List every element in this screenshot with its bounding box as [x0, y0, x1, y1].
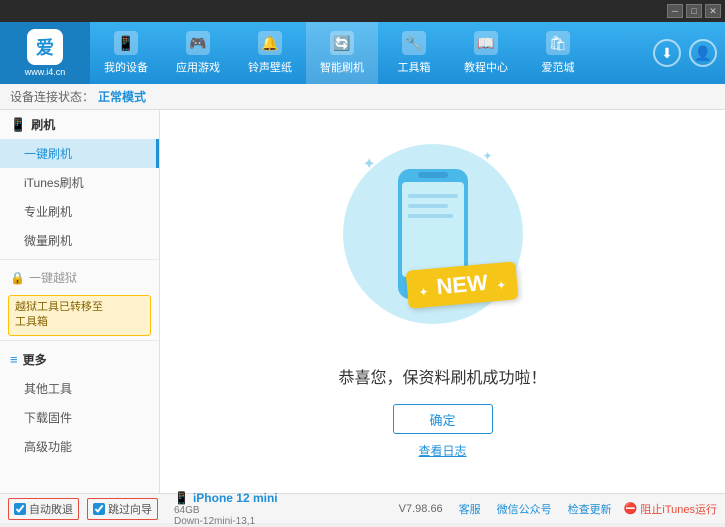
device-model: Down-12mini-13,1	[174, 516, 278, 527]
window-controls[interactable]: ─ □ ✕	[667, 4, 721, 18]
nav-ringtones[interactable]: 🔔 铃声壁纸	[234, 22, 306, 84]
stop-itunes-label: 阻止iTunes运行	[640, 501, 717, 517]
wechat-link[interactable]: 微信公众号	[497, 501, 552, 517]
logo-url: www.i4.cn	[25, 67, 66, 77]
download-button[interactable]: ⬇	[653, 39, 681, 67]
nav-tutorials-label: 教程中心	[464, 59, 508, 75]
logo[interactable]: 爱 www.i4.cn	[0, 22, 90, 84]
status-label: 设备连接状态：	[10, 88, 94, 105]
more-section-label: 更多	[23, 351, 47, 368]
nav-apps-games[interactable]: 🎮 应用游戏	[162, 22, 234, 84]
sparkle-top-right-icon: ✦	[482, 149, 492, 163]
auto-close-label: 自动敗退	[29, 501, 73, 517]
auto-close-checkbox[interactable]	[14, 503, 26, 515]
sidebar-item-other-tools[interactable]: 其他工具	[0, 374, 159, 403]
nav-fashion-city[interactable]: 🛍 爱范城	[522, 22, 594, 84]
advanced-label: 高级功能	[24, 440, 72, 454]
sidebar-item-micro-flash[interactable]: 微量刷机	[0, 226, 159, 255]
new-badge-text: NEW	[436, 270, 489, 299]
skip-wizard-checkbox-container[interactable]: 跳过向导	[87, 498, 158, 520]
content-area: ✦ ✦ NEW 恭喜您，保资料刷机成功啦！ 确定	[160, 110, 725, 493]
jailbreak-notice: 越狱工具已转移至工具箱	[8, 295, 151, 336]
skip-wizard-checkbox[interactable]	[93, 503, 105, 515]
more-section-icon: ≡	[10, 352, 18, 367]
bottom-right: V7.98.66 客服 微信公众号 检查更新	[399, 501, 612, 517]
my-device-icon: 📱	[114, 31, 138, 55]
nav-right: ⬇ 👤	[653, 39, 717, 67]
maximize-button[interactable]: □	[686, 4, 702, 18]
version-label: V7.98.66	[399, 503, 443, 515]
nav-toolbox-label: 工具箱	[398, 59, 431, 75]
divider-2	[0, 340, 159, 341]
one-key-flash-label: 一键刷机	[24, 147, 72, 161]
main-area: 📱 刷机 一键刷机 iTunes刷机 专业刷机 微量刷机 🔒 一键越狱 越狱工具…	[0, 110, 725, 493]
bottom-bar: 自动敗退 跳过向导 📱 iPhone 12 mini 64GB Down-12m…	[0, 493, 725, 523]
customer-service-link[interactable]: 客服	[459, 501, 481, 517]
bottom-left: 自动敗退 跳过向导 📱 iPhone 12 mini 64GB Down-12m…	[8, 491, 399, 527]
itunes-flash-label: iTunes刷机	[24, 176, 84, 190]
lock-icon: 🔒	[10, 271, 25, 285]
sidebar-item-itunes-flash[interactable]: iTunes刷机	[0, 168, 159, 197]
minimize-button[interactable]: ─	[667, 4, 683, 18]
status-value: 正常模式	[98, 88, 146, 105]
nav-tutorials[interactable]: 📖 教程中心	[450, 22, 522, 84]
divider-1	[0, 259, 159, 260]
auto-close-checkbox-container[interactable]: 自动敗退	[8, 498, 79, 520]
nav-apps-games-label: 应用游戏	[176, 59, 220, 75]
close-button[interactable]: ✕	[705, 4, 721, 18]
ringtones-icon: 🔔	[258, 31, 282, 55]
toolbox-icon: 🔧	[402, 31, 426, 55]
flash-section-label: 刷机	[31, 116, 55, 133]
nav-fashion-city-label: 爱范城	[542, 59, 575, 75]
nav-toolbox[interactable]: 🔧 工具箱	[378, 22, 450, 84]
flash-section-icon: 📱	[10, 117, 26, 133]
download-firmware-label: 下载固件	[24, 411, 72, 425]
user-button[interactable]: 👤	[689, 39, 717, 67]
sidebar-item-one-key-flash[interactable]: 一键刷机	[0, 139, 159, 168]
skip-wizard-label: 跳过向导	[108, 501, 152, 517]
confirm-button[interactable]: 确定	[393, 404, 493, 434]
sidebar-item-pro-flash[interactable]: 专业刷机	[0, 197, 159, 226]
sidebar-item-download-firmware[interactable]: 下载固件	[0, 403, 159, 432]
nav-items: 📱 我的设备 🎮 应用游戏 🔔 铃声壁纸 🔄 智能刷机 🔧 工具箱 📖 教程中心…	[90, 22, 653, 84]
apps-games-icon: 🎮	[186, 31, 210, 55]
sidebar: 📱 刷机 一键刷机 iTunes刷机 专业刷机 微量刷机 🔒 一键越狱 越狱工具…	[0, 110, 160, 493]
device-name-text: iPhone 12 mini	[193, 491, 278, 505]
device-name: 📱 iPhone 12 mini	[174, 491, 278, 505]
nav-my-device[interactable]: 📱 我的设备	[90, 22, 162, 84]
check-update-link[interactable]: 检查更新	[568, 501, 612, 517]
stop-icon: ⛔	[624, 502, 638, 515]
learn-log-link[interactable]: 查看日志	[418, 442, 466, 459]
stop-itunes-button[interactable]: ⛔ 阻止iTunes运行	[624, 501, 717, 517]
sidebar-section-more: ≡ 更多	[0, 345, 159, 374]
logo-icon: 爱	[27, 29, 63, 65]
new-badge: NEW	[406, 261, 519, 308]
sidebar-item-advanced[interactable]: 高级功能	[0, 432, 159, 461]
illustration: ✦ ✦ NEW	[343, 144, 543, 344]
success-message: 恭喜您，保资料刷机成功啦！	[338, 364, 546, 388]
device-storage: 64GB	[174, 505, 278, 516]
title-bar: ─ □ ✕	[0, 0, 725, 22]
phone-circle: ✦ ✦ NEW	[343, 144, 523, 324]
status-bar: 设备连接状态： 正常模式	[0, 84, 725, 110]
sidebar-section-flash: 📱 刷机	[0, 110, 159, 139]
smart-flash-icon: 🔄	[330, 31, 354, 55]
nav-ringtones-label: 铃声壁纸	[248, 59, 292, 75]
fashion-city-icon: 🛍	[546, 31, 570, 55]
nav-my-device-label: 我的设备	[104, 59, 148, 75]
nav-smart-flash-label: 智能刷机	[320, 59, 364, 75]
device-info: 📱 iPhone 12 mini 64GB Down-12mini-13,1	[174, 491, 278, 527]
device-icon: 📱	[174, 491, 189, 505]
tutorials-icon: 📖	[474, 31, 498, 55]
micro-flash-label: 微量刷机	[24, 234, 72, 248]
jailbreak-label: 一键越狱	[29, 269, 77, 286]
nav-smart-flash[interactable]: 🔄 智能刷机	[306, 22, 378, 84]
header: 爱 www.i4.cn 📱 我的设备 🎮 应用游戏 🔔 铃声壁纸 🔄 智能刷机 …	[0, 22, 725, 84]
sidebar-section-jailbreak: 🔒 一键越狱	[0, 264, 159, 291]
other-tools-label: 其他工具	[24, 382, 72, 396]
pro-flash-label: 专业刷机	[24, 205, 72, 219]
sparkle-top-left-icon: ✦	[363, 154, 376, 174]
